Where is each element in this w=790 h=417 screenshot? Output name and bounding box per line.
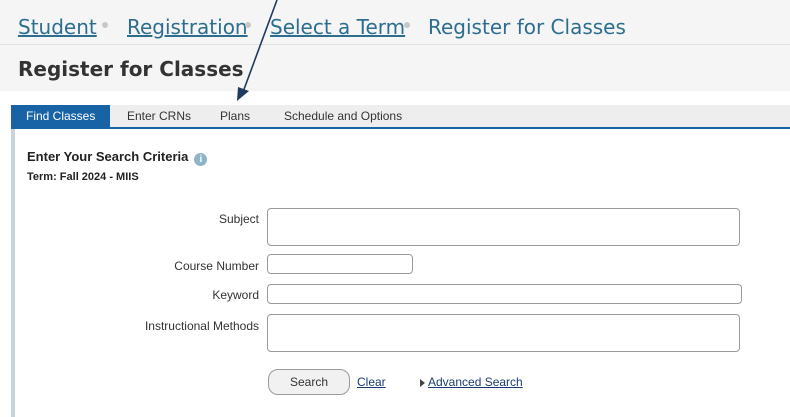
- breadcrumb: Student Registration Select a Term Regis…: [0, 0, 790, 45]
- clear-link[interactable]: Clear: [357, 375, 386, 389]
- breadcrumb-registration-link[interactable]: Registration: [127, 15, 248, 39]
- caret-right-icon: [420, 379, 425, 387]
- term-label: Term: Fall 2024 - MIIS: [27, 171, 139, 183]
- subject-input[interactable]: [267, 208, 740, 246]
- page-title-bar: Register for Classes: [0, 45, 790, 91]
- page-title: Register for Classes: [18, 57, 244, 81]
- subject-label: Subject: [218, 212, 259, 226]
- search-criteria-heading: Enter Your Search Criteria i: [27, 149, 208, 166]
- breadcrumb-student-link[interactable]: Student: [18, 15, 97, 39]
- keyword-input[interactable]: [267, 284, 742, 304]
- tab-enter-crns[interactable]: Enter CRNs: [127, 105, 191, 127]
- tab-find-classes[interactable]: Find Classes: [11, 105, 111, 127]
- breadcrumb-separator: [404, 22, 410, 28]
- search-criteria-heading-text: Enter Your Search Criteria: [27, 149, 189, 164]
- breadcrumb-separator: [102, 22, 108, 28]
- advanced-search-link[interactable]: Advanced Search: [428, 375, 523, 389]
- course-number-label: Course Number: [174, 259, 259, 273]
- keyword-label: Keyword: [212, 288, 259, 302]
- tab-plans[interactable]: Plans: [220, 105, 250, 127]
- tab-bar: Find Classes Enter CRNs Plans Schedule a…: [11, 105, 790, 129]
- course-number-input[interactable]: [267, 254, 413, 274]
- breadcrumb-current-page: Register for Classes: [428, 15, 626, 39]
- search-criteria-panel: Enter Your Search Criteria i Term: Fall 2…: [11, 129, 790, 417]
- instructional-methods-label: Instructional Methods: [144, 319, 259, 333]
- info-icon[interactable]: i: [194, 153, 208, 166]
- tab-schedule-and-options[interactable]: Schedule and Options: [284, 105, 402, 127]
- breadcrumb-select-term-link[interactable]: Select a Term: [270, 15, 405, 39]
- search-button[interactable]: Search: [268, 369, 350, 395]
- instructional-methods-input[interactable]: [267, 314, 740, 352]
- breadcrumb-separator: [245, 22, 251, 28]
